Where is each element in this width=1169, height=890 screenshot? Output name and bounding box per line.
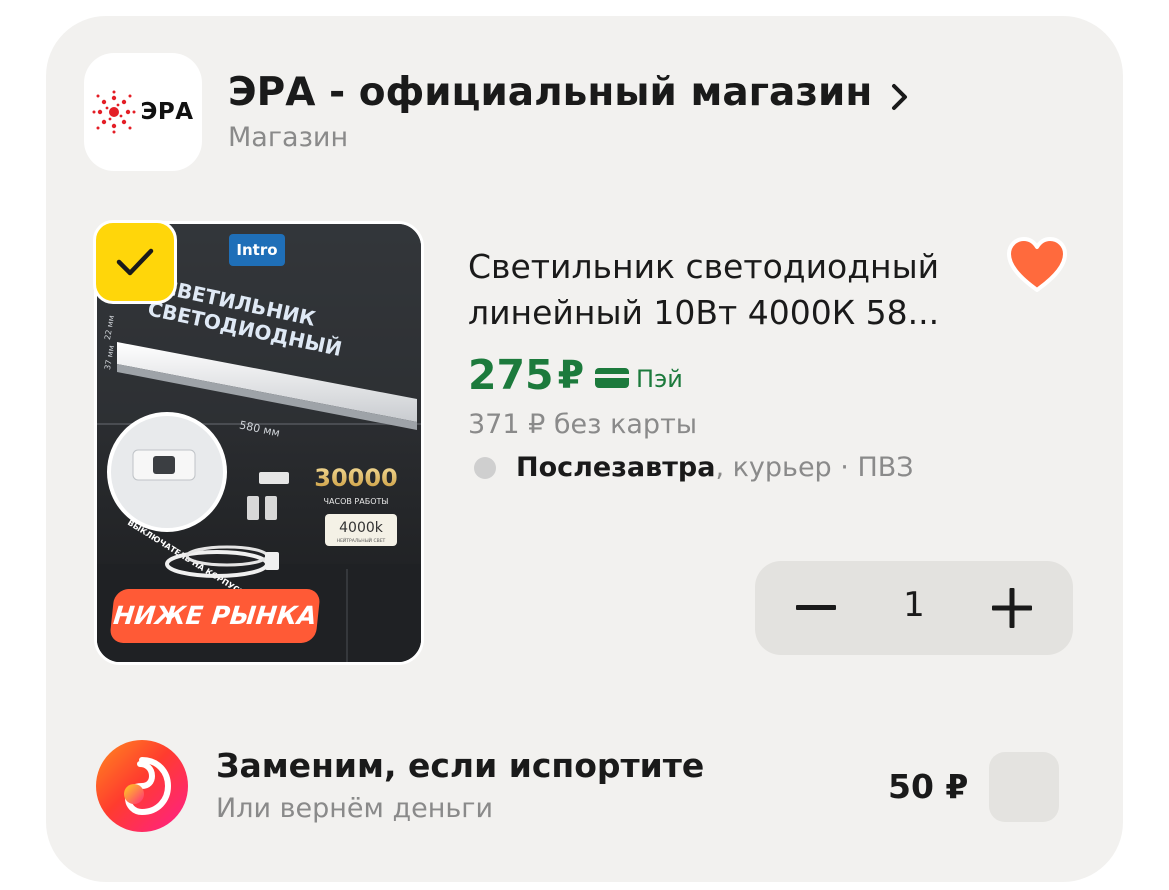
shop-name-link[interactable]: ЭРА - официальный магазин [228,70,872,115]
shop-logo-text: ЭРА [140,99,194,125]
price-currency: ₽ [557,353,585,397]
shop-logo[interactable]: ЭРА [84,53,202,171]
guarantee-checkbox[interactable] [989,752,1059,822]
image-brand: Intro [236,241,277,259]
cart-shop-card: ЭРА ЭРА - официальный магазин Магазин In… [46,16,1123,882]
delivery-methods: , курьер · ПВЗ [715,452,914,483]
pay-label: Пэй [636,365,683,393]
product-title-link[interactable]: Светильник светодиодный линейный 10Вт 40… [468,244,988,336]
decrease-quantity-button[interactable] [787,588,845,628]
image-hours: 30000 [314,464,398,492]
heart-icon [1007,237,1067,292]
minus-icon [796,605,836,610]
quantity-stepper: 1 [755,561,1073,655]
guarantee-price: 50 ₽ [888,767,969,806]
shop-subtitle: Магазин [228,122,349,153]
quantity-value: 1 [903,585,925,625]
price-value: 275 [468,351,554,399]
image-temp-label: НЕЙТРАЛЬНЫЙ СВЕТ [337,537,386,544]
delivery-day: Послезавтра [516,452,716,483]
image-temp: 4000k [339,520,384,536]
image-hours-label: ЧАСОВ РАБОТЫ [324,497,389,506]
increase-quantity-button[interactable] [983,583,1041,633]
favorite-button[interactable] [1004,232,1070,298]
era-sun-icon [92,90,136,134]
price-row: 275 ₽ Пэй [468,351,683,399]
delivery-status-dot [474,456,496,479]
guarantee-icon [96,740,188,832]
price-without-card: 371 ₽ без карты [468,409,698,440]
plus-icon [992,588,1032,628]
guarantee-title: Заменим, если испортите [216,746,705,785]
check-icon [116,248,154,276]
delivery-info: Послезавтра , курьер · ПВЗ [474,452,914,483]
bank-card-icon [595,368,630,388]
chevron-right-icon[interactable] [888,80,912,114]
guarantee-subtitle: Или вернём деньги [216,793,494,824]
select-item-checkbox[interactable] [93,220,177,304]
below-market-badge: НИЖЕ РЫНКА [109,589,321,643]
